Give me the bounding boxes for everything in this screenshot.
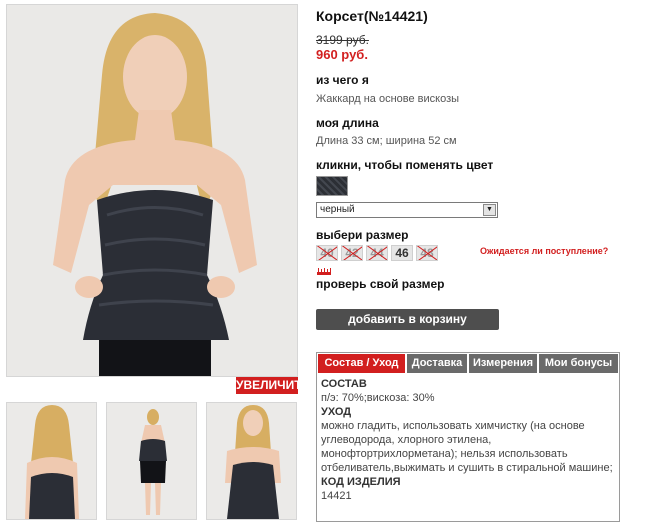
add-to-cart-button[interactable]: добавить в корзину — [316, 309, 499, 330]
size-option-40[interactable]: 40 — [316, 245, 338, 261]
color-select[interactable]: черный ▼ — [316, 202, 498, 218]
thumbnail-full-view[interactable] — [106, 402, 197, 520]
restock-notify-link[interactable]: Ожидается ли поступление? — [480, 246, 608, 256]
color-label: кликни, чтобы поменять цвет — [316, 158, 494, 172]
color-select-value: черный — [320, 204, 355, 215]
composition-text: п/э: 70%;вискоза: 30% — [321, 392, 435, 404]
material-label: из чего я — [316, 73, 369, 87]
thumbnail-image — [7, 403, 96, 519]
product-code-value: 14421 — [321, 490, 352, 502]
thumbnail-side-view[interactable] — [206, 402, 297, 520]
color-swatch-black[interactable] — [316, 176, 348, 196]
check-size-link[interactable]: проверь свой размер — [316, 277, 444, 291]
product-code-heading: КОД ИЗДЕЛИЯ — [321, 476, 401, 488]
tab-composition-care[interactable]: Состав / Уход — [318, 354, 405, 373]
size-option-48[interactable]: 48 — [416, 245, 438, 261]
composition-heading: СОСТАВ — [321, 378, 367, 390]
thumbnail-image — [207, 403, 296, 519]
model-photo — [7, 5, 297, 376]
tab-bonuses[interactable]: Мои бонусы — [539, 354, 618, 373]
old-price: 3199 руб. — [316, 33, 369, 47]
tab-content: СОСТАВ п/э: 70%;вискоза: 30% УХОД можно … — [321, 377, 615, 503]
thumbnail-back-view[interactable] — [6, 402, 97, 520]
zoom-button[interactable]: УВЕЛИЧИТЬ — [236, 377, 310, 394]
size-option-46[interactable]: 46 — [391, 245, 413, 261]
care-heading: УХОД — [321, 406, 352, 418]
tab-delivery[interactable]: Доставка — [407, 354, 467, 373]
length-label: моя длина — [316, 116, 379, 130]
length-value: Длина 33 см; ширина 52 см — [316, 135, 457, 147]
tab-measurements[interactable]: Измерения — [469, 354, 537, 373]
product-title: Корсет(№14421) — [316, 8, 428, 24]
care-text: можно гладить, использовать химчистку (н… — [321, 420, 613, 474]
size-option-44[interactable]: 44 — [366, 245, 388, 261]
chevron-down-icon[interactable]: ▼ — [483, 204, 496, 216]
product-details-tabs: Состав / Уход Доставка Измерения Мои бон… — [316, 352, 620, 522]
current-price: 960 руб. — [316, 47, 368, 62]
thumbnail-image — [107, 403, 196, 519]
ruler-icon[interactable] — [317, 268, 331, 275]
size-label: выбери размер — [316, 228, 409, 242]
tab-bar: Состав / Уход Доставка Измерения Мои бон… — [318, 354, 618, 373]
size-option-42[interactable]: 42 — [341, 245, 363, 261]
main-product-photo[interactable] — [6, 4, 298, 377]
material-value: Жаккард на основе вискозы — [316, 93, 460, 105]
